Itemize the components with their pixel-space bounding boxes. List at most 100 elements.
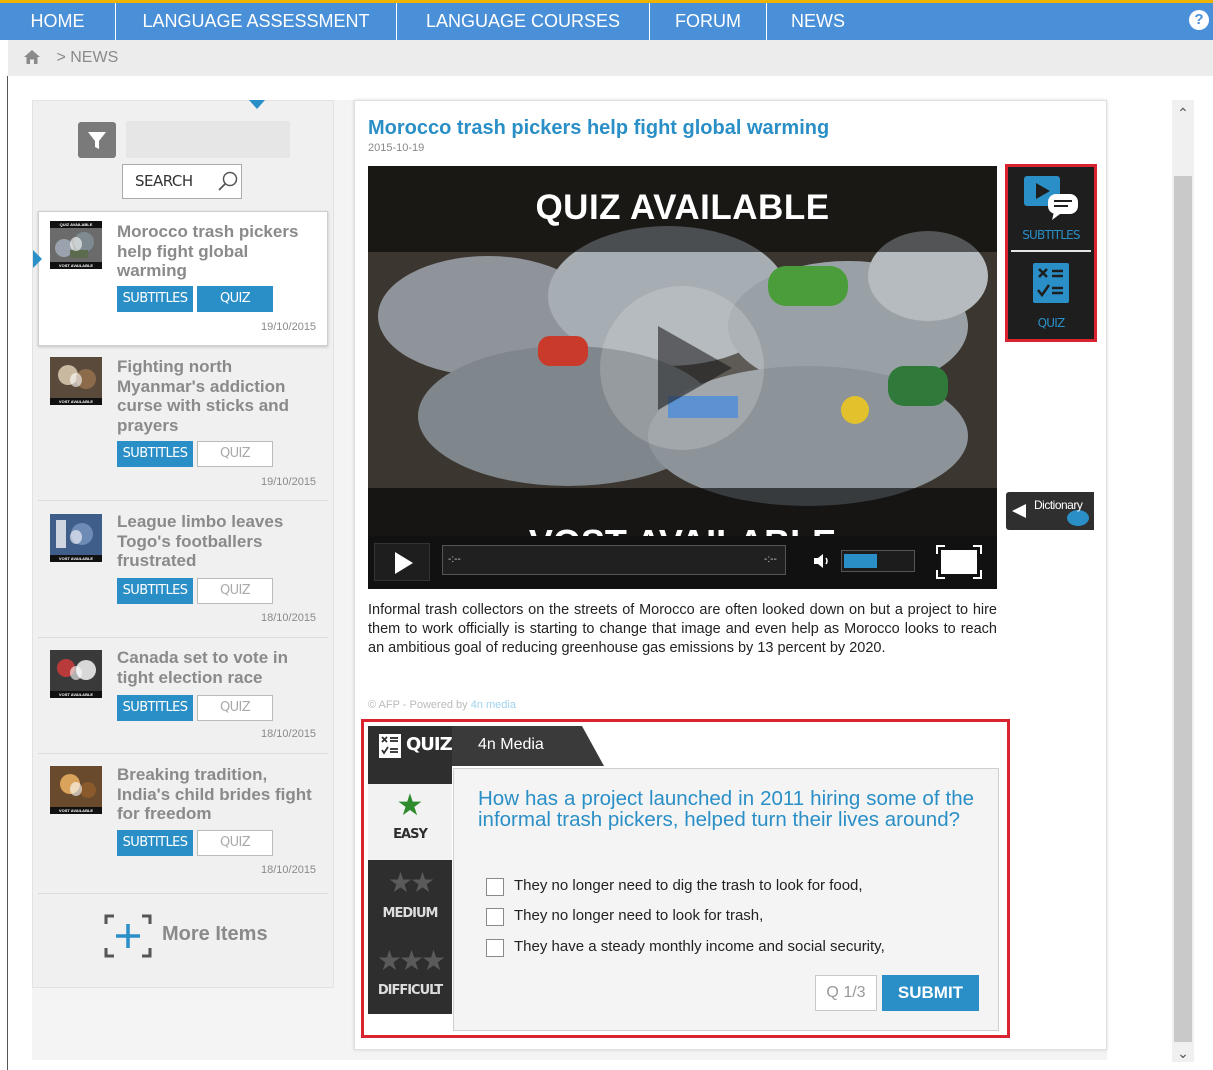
nav-home[interactable]: HOME	[0, 3, 116, 40]
thumbnail-play-icon	[70, 530, 82, 544]
quiz-icon[interactable]	[1032, 262, 1070, 304]
credit-brand-logo: 4n media	[470, 699, 516, 711]
quiz-tab-icon	[379, 734, 401, 758]
subtitles-tool-label[interactable]: SUBTITLES	[1018, 228, 1084, 242]
thumbnail-vost-banner: VOST AVAILABLE	[50, 262, 102, 269]
search-icon[interactable]	[216, 170, 240, 192]
level-medium-label[interactable]: MEDIUM	[368, 906, 452, 921]
subtitles-button[interactable]: SUBTITLES	[117, 578, 193, 604]
answer-checkbox[interactable]	[486, 939, 504, 957]
question-counter: Q 1/3	[815, 975, 877, 1011]
credit-text: © AFP - Powered by	[368, 699, 468, 711]
vost-banner: VOST AVAILABLE	[368, 488, 997, 536]
breadcrumb: > NEWS	[8, 40, 1213, 76]
news-thumbnail[interactable]: VOST AVAILABLE	[50, 650, 102, 698]
subtitles-button[interactable]: SUBTITLES	[117, 695, 193, 721]
news-thumbnail[interactable]: VOST AVAILABLE	[50, 766, 102, 814]
news-item-title[interactable]: Fighting north Myanmar's addiction curse…	[117, 357, 317, 435]
quiz-button[interactable]: QUIZ	[197, 286, 273, 312]
volume-icon[interactable]	[812, 551, 832, 571]
list-divider	[38, 500, 328, 501]
answer-text[interactable]: They no longer need to dig the trash to …	[514, 877, 863, 894]
level-difficult-label[interactable]: DIFFICULT	[368, 983, 452, 998]
thumbnail-quiz-banner: QUIZ AVAILABLE	[50, 221, 102, 228]
level-easy-label[interactable]: EASY	[368, 827, 452, 842]
news-item-title[interactable]: Breaking tradition, India's child brides…	[117, 765, 317, 824]
subtitles-button[interactable]: SUBTITLES	[117, 830, 193, 856]
quiz-source-label: 4n Media	[478, 736, 544, 753]
answer-checkbox[interactable]	[486, 878, 504, 896]
thumbnail-play-icon	[70, 373, 82, 387]
play-button[interactable]	[374, 543, 430, 581]
quiz-button[interactable]: QUIZ	[197, 578, 273, 604]
answer-text[interactable]: They have a steady monthly income and so…	[514, 938, 885, 955]
quiz-button[interactable]: QUIZ	[197, 695, 273, 721]
thumbnail-play-icon	[70, 237, 82, 251]
quiz-button[interactable]: QUIZ	[197, 441, 273, 467]
nav-news[interactable]: NEWS	[767, 3, 869, 40]
thumbnail-vost-banner: VOST AVAILABLE	[50, 398, 102, 405]
quiz-available-banner: QUIZ AVAILABLE	[535, 188, 830, 227]
news-item-title[interactable]: Morocco trash pickers help fight global …	[117, 222, 317, 281]
nav-language-assessment[interactable]: LANGUAGE ASSESSMENT	[116, 3, 397, 40]
subtitles-icon[interactable]	[1022, 174, 1080, 224]
star-icon: ★	[396, 789, 424, 822]
search-input[interactable]	[126, 121, 290, 158]
list-divider	[38, 637, 328, 638]
nav-forum[interactable]: FORUM	[650, 3, 767, 40]
home-icon[interactable]	[24, 50, 40, 64]
volume-level	[844, 554, 877, 568]
nav-language-courses[interactable]: LANGUAGE COURSES	[397, 3, 650, 40]
elapsed-time: -:--	[448, 554, 461, 565]
dictionary-arrow-icon	[1012, 504, 1026, 518]
news-item-title[interactable]: League limbo leaves Togo's footballers f…	[117, 512, 317, 571]
submit-button[interactable]: SUBMIT	[882, 975, 979, 1011]
article-date: 2015-10-19	[368, 142, 425, 154]
thumbnail-vost-banner: VOST AVAILABLE	[50, 691, 102, 698]
scroll-up-icon[interactable]: ⌃	[1172, 102, 1194, 124]
vost-available-text: VOST AVAILABLE	[368, 522, 997, 536]
answer-text[interactable]: They no longer need to look for trash,	[514, 907, 763, 924]
help-icon[interactable]: ?	[1189, 10, 1209, 30]
answer-checkbox[interactable]	[486, 908, 504, 926]
stars-medium-icon: ★★	[387, 867, 435, 898]
breadcrumb-separator: >	[56, 49, 66, 66]
remaining-time: -:--	[764, 554, 777, 565]
thumbnail-play-icon	[70, 666, 82, 680]
sidebar-toggle-arrow-icon[interactable]	[249, 100, 265, 109]
breadcrumb-current[interactable]: NEWS	[70, 49, 118, 66]
more-items-button[interactable]: More Items	[162, 923, 268, 946]
quiz-tool-label[interactable]: QUIZ	[1018, 316, 1084, 330]
quiz-tab-label: QUIZ	[406, 734, 453, 755]
list-divider	[38, 893, 328, 894]
news-thumbnail[interactable]: VOST AVAILABLE	[50, 357, 102, 405]
add-more-icon[interactable]	[104, 914, 152, 958]
video-control-bar: -:-- -:--	[368, 536, 997, 589]
dictionary-label[interactable]: Dictionary	[1034, 498, 1083, 512]
thumbnail-play-icon	[70, 782, 82, 796]
video-player[interactable]: QUIZ AVAILABLE VOST AVAILABLE -:-- -:--	[368, 166, 997, 589]
article-title: Morocco trash pickers help fight global …	[368, 117, 830, 139]
filter-icon	[88, 132, 106, 149]
fullscreen-icon[interactable]	[935, 544, 983, 580]
thumbnail-vost-banner: VOST AVAILABLE	[50, 807, 102, 814]
article-credit: © AFP - Powered by 4n media	[368, 699, 516, 711]
filter-button[interactable]	[78, 122, 116, 158]
list-divider	[38, 753, 328, 754]
question-text: How has a project launched in 2011 hirin…	[478, 787, 974, 831]
news-item-title[interactable]: Canada set to vote in tight election rac…	[117, 648, 317, 687]
scroll-down-icon[interactable]: ⌄	[1172, 1042, 1194, 1064]
scrollbar-thumb[interactable]	[1174, 176, 1192, 1042]
news-thumbnail[interactable]: VOST AVAILABLE	[50, 514, 102, 562]
active-item-marker-icon	[33, 250, 42, 268]
page-frame-line	[7, 76, 8, 1070]
play-icon	[658, 326, 732, 410]
subtitles-button[interactable]: SUBTITLES	[117, 286, 193, 312]
quiz-button[interactable]: QUIZ	[197, 830, 273, 856]
top-navigation: HOME LANGUAGE ASSESSMENT LANGUAGE COURSE…	[0, 0, 1213, 40]
seek-bar[interactable]	[442, 545, 786, 575]
thumbnail-vost-banner: VOST AVAILABLE	[50, 555, 102, 562]
subtitles-button[interactable]: SUBTITLES	[117, 441, 193, 467]
news-thumbnail[interactable]: QUIZ AVAILABLE VOST AVAILABLE	[50, 221, 102, 269]
article-body: Informal trash collectors on the streets…	[368, 602, 997, 656]
